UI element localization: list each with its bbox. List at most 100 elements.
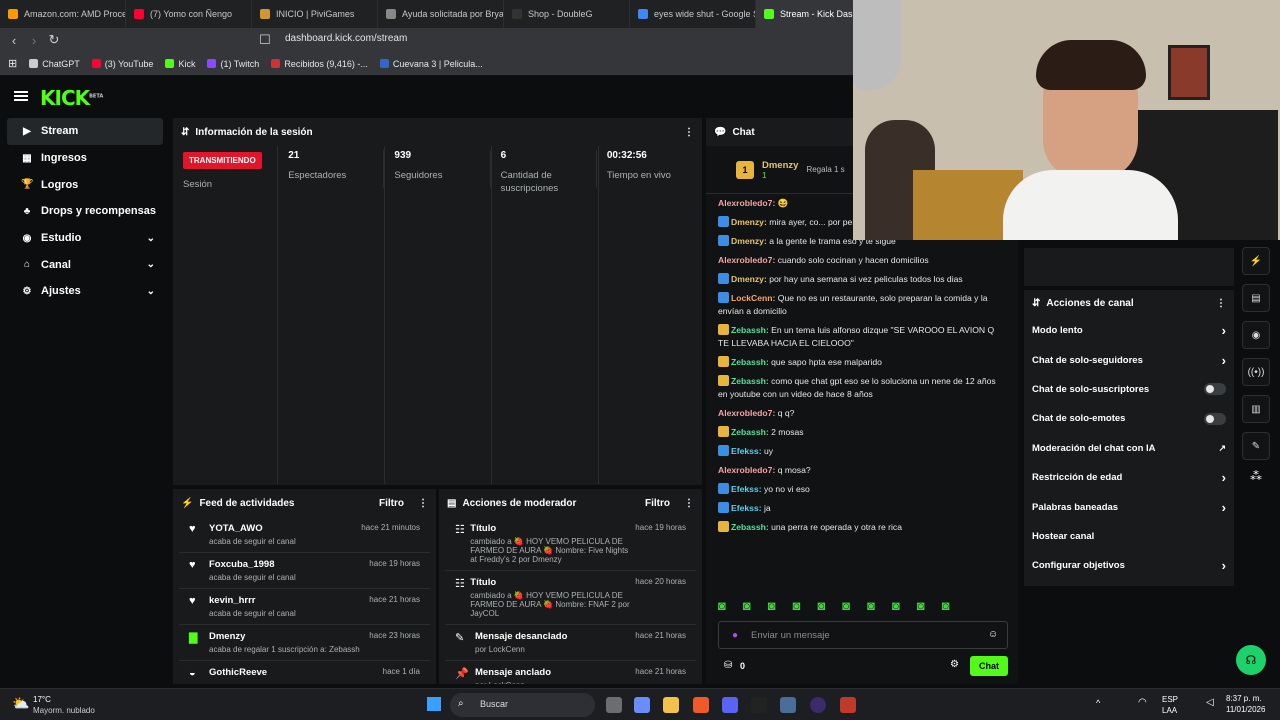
channel-action-row[interactable]: Chat de solo-seguidores › <box>1024 345 1234 374</box>
chat-username[interactable]: Alexrobledo7: <box>718 255 775 265</box>
browser-tab[interactable]: Ayuda solicitada por Bryan <box>378 0 504 28</box>
sidebar-item[interactable]: ◉ Estudio ⌄ <box>7 225 163 252</box>
emote-icon[interactable]: ◙ <box>793 598 801 613</box>
chat-username[interactable]: Alexrobledo7: <box>718 465 775 475</box>
taskbar-search[interactable]: Buscar <box>450 693 595 717</box>
obs-icon[interactable] <box>810 697 826 713</box>
forward-icon[interactable]: › <box>24 33 44 48</box>
sidebar-item[interactable]: 🏆 Logros <box>7 171 163 198</box>
browser-tab[interactable]: Amazon.com: AMD Proces <box>0 0 126 28</box>
bookmark-item[interactable]: Cuevana 3 | Pelicula... <box>379 59 483 69</box>
more-icon[interactable]: ⋮ <box>684 498 694 509</box>
tray-chevron-icon[interactable]: ^ <box>1096 698 1100 708</box>
chat-username[interactable]: Zebassh: <box>731 376 769 386</box>
browser-tab[interactable]: Shop - DoubleG <box>504 0 630 28</box>
emoji-icon[interactable]: ☺ <box>988 629 998 640</box>
bookmark-item[interactable]: ChatGPT <box>29 59 80 69</box>
bookmark-item[interactable]: Kick <box>165 59 195 69</box>
support-button[interactable]: ☊ <box>1236 645 1266 675</box>
game-icon[interactable] <box>840 697 856 713</box>
bookmark-item[interactable]: (1) Twitch <box>207 59 259 69</box>
chat-username[interactable]: Efekss: <box>731 503 762 513</box>
emote-icon[interactable]: ◙ <box>718 598 726 613</box>
toggle-switch[interactable] <box>1204 412 1226 425</box>
chat-username[interactable]: Dmenzy: <box>731 274 767 284</box>
app-icon[interactable] <box>780 697 796 713</box>
microphone-icon[interactable]: ● <box>732 630 738 641</box>
mod-filter-button[interactable]: Filtro <box>645 498 670 509</box>
chat-username[interactable]: Alexrobledo7: <box>718 198 775 208</box>
emote-icon[interactable]: ◙ <box>817 598 825 613</box>
browser-tab[interactable]: (7) Yomo con Ñengo <box>126 0 252 28</box>
bookmark-item[interactable]: (3) YouTube <box>91 59 153 69</box>
sidebar-item[interactable]: ⚙ Ajustes ⌄ <box>7 278 163 305</box>
bookmark-icon[interactable]: ☐ <box>255 32 275 48</box>
chat-username[interactable]: Zebassh: <box>731 325 769 335</box>
emote-icon[interactable]: ◙ <box>942 598 950 613</box>
settings-icon[interactable]: ⚙ <box>950 659 959 670</box>
chat-username[interactable]: LockCenn: <box>731 293 775 303</box>
layout-icon[interactable]: ▥ <box>1242 395 1270 423</box>
chat-username[interactable]: Efekss: <box>731 484 762 494</box>
windows-start-icon[interactable] <box>426 696 442 712</box>
kick-logo[interactable]: KICKBETA <box>40 86 103 110</box>
channel-action-row[interactable]: Moderación del chat con IA ↗ <box>1024 434 1234 463</box>
menu-icon[interactable] <box>14 91 28 101</box>
reload-icon[interactable]: ↻ <box>44 32 64 48</box>
more-icon[interactable]: ⋮ <box>418 498 428 509</box>
clock-time[interactable]: 8:37 p. m. <box>1226 694 1262 703</box>
chat-username[interactable]: Efekss: <box>731 446 762 456</box>
chat-username[interactable]: Zebassh: <box>731 357 769 367</box>
browser-tab[interactable]: eyes wide shut - Google S <box>630 0 756 28</box>
chevron-down-icon[interactable]: ⌄ <box>147 259 155 270</box>
task-view-icon[interactable] <box>606 697 622 713</box>
document-icon[interactable]: ▤ <box>1242 284 1270 312</box>
chat-username[interactable]: Zebassh: <box>731 522 769 532</box>
channel-action-row[interactable]: Configurar objetivos › <box>1024 551 1234 580</box>
wifi-icon[interactable]: ◠ <box>1138 697 1147 708</box>
gift-label[interactable]: Regala 1 s <box>806 165 844 174</box>
channel-action-row[interactable]: Modo lento › <box>1024 316 1234 345</box>
apps-dots-icon[interactable]: ⁂ <box>1242 469 1270 483</box>
browser-tab[interactable]: INICIO | PiviGames <box>252 0 378 28</box>
url-field[interactable]: dashboard.kick.com/stream <box>285 33 407 44</box>
emote-icon[interactable]: ◙ <box>892 598 900 613</box>
more-icon[interactable]: ⋮ <box>1216 298 1226 309</box>
emote-icon[interactable]: ◙ <box>768 598 776 613</box>
region[interactable]: LAA <box>1162 706 1177 715</box>
chat-username[interactable]: Dmenzy: <box>731 217 767 227</box>
channel-action-row[interactable]: Chat de solo-emotes <box>1024 404 1234 433</box>
wrench-icon[interactable]: ✎ <box>1242 432 1270 460</box>
apps-icon[interactable]: ⊞ <box>8 57 17 70</box>
language[interactable]: ESP <box>1162 695 1178 704</box>
copilot-icon[interactable] <box>634 697 650 713</box>
chat-username[interactable]: Dmenzy: <box>731 236 767 246</box>
chevron-down-icon[interactable]: ⌄ <box>147 286 155 297</box>
sidebar-item[interactable]: ▦ Ingresos <box>7 145 163 172</box>
back-icon[interactable]: ‹ <box>4 33 24 48</box>
sidebar-item[interactable]: ⌂ Canal ⌄ <box>7 251 163 278</box>
sidebar-item[interactable]: ♣ Drops y recompensas <box>7 198 163 225</box>
brave-icon[interactable] <box>693 697 709 713</box>
more-icon[interactable]: ⋮ <box>684 127 694 138</box>
clock-date[interactable]: 11/01/2026 <box>1226 705 1265 714</box>
send-chat-button[interactable]: Chat <box>970 656 1008 676</box>
chat-username[interactable]: Zebassh: <box>731 427 769 437</box>
emote-icon[interactable]: ◙ <box>917 598 925 613</box>
chat-icon[interactable]: ◉ <box>1242 321 1270 349</box>
volume-icon[interactable]: ◁ <box>1206 697 1214 708</box>
toggle-switch[interactable] <box>1204 383 1226 396</box>
explorer-icon[interactable] <box>663 697 679 713</box>
chat-username[interactable]: Alexrobledo7: <box>718 408 775 418</box>
emote-icon[interactable]: ◙ <box>842 598 850 613</box>
emote-icon[interactable]: ◙ <box>743 598 751 613</box>
channel-action-row[interactable]: Hostear canal <box>1024 522 1234 551</box>
audio-app-icon[interactable] <box>751 697 767 713</box>
channel-action-row[interactable]: Chat de solo-suscriptores <box>1024 375 1234 404</box>
chevron-down-icon[interactable]: ⌄ <box>147 233 155 244</box>
discord-icon[interactable] <box>722 697 738 713</box>
broadcast-icon[interactable]: ((•)) <box>1242 358 1270 386</box>
feed-filter-button[interactable]: Filtro <box>379 498 404 509</box>
channel-action-row[interactable]: Restricción de edad › <box>1024 463 1234 492</box>
emote-icon[interactable]: ◙ <box>867 598 875 613</box>
